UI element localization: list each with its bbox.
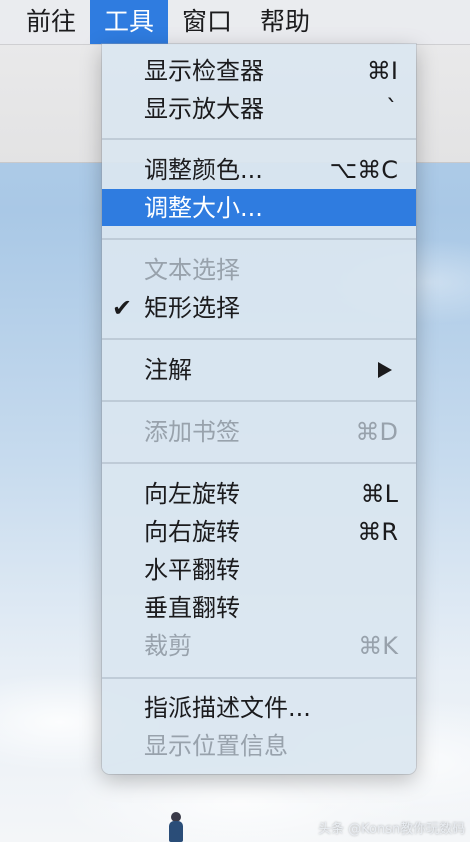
submenu-arrow-icon <box>378 362 392 378</box>
menu-item-rotate-left[interactable]: 向左旋转 ⌘L <box>102 475 416 513</box>
menu-item-flip-horizontal[interactable]: 水平翻转 <box>102 551 416 589</box>
menu-item-text-selection[interactable]: 文本选择 <box>102 251 416 289</box>
menu-item-shortcut: ⌥⌘C <box>329 156 398 184</box>
menu-item-show-inspector[interactable]: 显示检查器 ⌘I <box>102 52 416 90</box>
wallpaper-figure <box>166 812 186 842</box>
menu-item-label: 添加书签 <box>144 418 240 446</box>
menu-item-rotate-right[interactable]: 向右旋转 ⌘R <box>102 513 416 551</box>
menu-item-label: 调整颜色... <box>144 156 263 184</box>
menu-bar: 前往 工具 窗口 帮助 <box>0 0 470 45</box>
menu-item-crop[interactable]: 裁剪 ⌘K <box>102 627 416 665</box>
menu-item-label: 注解 <box>144 356 192 384</box>
menu-item-show-location[interactable]: 显示位置信息 <box>102 727 416 765</box>
menu-separator <box>102 677 416 679</box>
menu-item-shortcut: ⌘L <box>360 480 398 508</box>
menu-item-label: 显示放大器 <box>144 95 264 123</box>
menu-item-label: 显示检查器 <box>144 57 264 85</box>
menu-item-assign-profile[interactable]: 指派描述文件... <box>102 689 416 727</box>
menu-item-shortcut: ⌘D <box>355 418 398 446</box>
menu-item-label: 指派描述文件... <box>144 694 311 722</box>
menu-item-adjust-color[interactable]: 调整颜色... ⌥⌘C <box>102 151 416 189</box>
menu-item-rect-selection[interactable]: ✔ 矩形选择 <box>102 289 416 327</box>
tools-dropdown-menu: 显示检查器 ⌘I 显示放大器 ` 调整颜色... ⌥⌘C 调整大小... 文本选… <box>102 44 416 774</box>
menu-item-label: 裁剪 <box>144 632 192 660</box>
watermark-text: 头条 @Konsn教你玩数码 <box>318 822 466 837</box>
menu-item-shortcut: ⌘K <box>358 632 398 660</box>
menu-tools[interactable]: 工具 <box>90 0 169 44</box>
menu-item-shortcut: ` <box>386 95 398 123</box>
menu-item-label: 垂直翻转 <box>144 594 240 622</box>
menu-item-annotate[interactable]: 注解 <box>102 351 416 389</box>
menu-item-label: 显示位置信息 <box>144 732 288 760</box>
menu-help[interactable]: 帮助 <box>246 0 324 44</box>
menu-item-label: 矩形选择 <box>144 294 240 322</box>
menu-item-label: 向右旋转 <box>144 518 240 546</box>
menu-item-add-bookmark[interactable]: 添加书签 ⌘D <box>102 413 416 451</box>
menu-go[interactable]: 前往 <box>0 0 90 44</box>
menu-item-label: 调整大小... <box>144 194 263 222</box>
menu-separator <box>102 338 416 340</box>
menu-item-label: 水平翻转 <box>144 556 240 584</box>
menu-separator <box>102 462 416 464</box>
menu-item-show-magnifier[interactable]: 显示放大器 ` <box>102 90 416 128</box>
menu-item-shortcut: ⌘I <box>366 57 398 85</box>
menu-item-label: 向左旋转 <box>144 480 240 508</box>
menu-separator <box>102 138 416 140</box>
menu-item-adjust-size[interactable]: 调整大小... <box>102 189 416 226</box>
menu-separator <box>102 400 416 402</box>
menu-item-flip-vertical[interactable]: 垂直翻转 <box>102 589 416 627</box>
checkmark-icon: ✔ <box>112 294 133 322</box>
menu-separator <box>102 238 416 240</box>
menu-item-shortcut: ⌘R <box>357 518 398 546</box>
menu-item-label: 文本选择 <box>144 256 240 284</box>
menu-window[interactable]: 窗口 <box>168 0 246 44</box>
